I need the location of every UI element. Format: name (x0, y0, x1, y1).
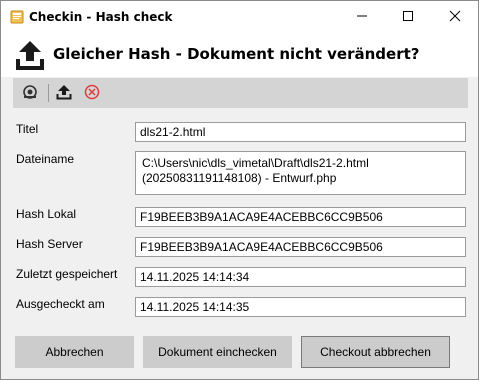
abbrechen-label: Abbrechen (45, 345, 104, 359)
toolbar (13, 78, 468, 108)
hash-lokal-value: F19BEEB3B9A1ACA9E4ACEBBC6CC9B506 (140, 210, 383, 224)
titel-field[interactable]: dls21-2.html (135, 122, 466, 142)
zuletzt-gespeichert-label: Zuletzt gespeichert (16, 267, 118, 281)
app-icon (10, 10, 24, 24)
checkin-dialog: Checkin - Hash check Gleicher Hash - Dok… (0, 0, 479, 380)
minimize-button[interactable] (339, 1, 385, 33)
dateiname-field[interactable]: C:\Users\nic\dls_vimetal\Draft\dls21-2.h… (135, 151, 466, 195)
toolbar-divider (48, 84, 49, 102)
hash-server-field[interactable]: F19BEEB3B9A1ACA9E4ACEBBC6CC9B506 (135, 237, 466, 257)
hash-lokal-field[interactable]: F19BEEB3B9A1ACA9E4ACEBBC6CC9B506 (135, 207, 466, 227)
cancel-checkout-tool-button[interactable] (81, 82, 103, 104)
zuletzt-gespeichert-value: 14.11.2025 14:14:34 (140, 270, 250, 284)
dateiname-line-2: (20250831191148108) - Entwurf.php (142, 171, 337, 185)
title-bar[interactable]: Checkin - Hash check (1, 1, 478, 33)
hash-lokal-label: Hash Lokal (16, 207, 77, 221)
dokument-einchecken-label: Dokument einchecken (158, 345, 277, 359)
abbrechen-button[interactable]: Abbrechen (15, 336, 134, 368)
maximize-button[interactable] (385, 1, 431, 33)
upload-icon (15, 39, 45, 71)
titel-label: Titel (16, 122, 39, 136)
titel-value: dls21-2.html (140, 125, 206, 139)
hash-server-value: F19BEEB3B9A1ACA9E4ACEBBC6CC9B506 (140, 240, 383, 254)
reset-button[interactable] (19, 82, 41, 104)
cancel-icon (84, 84, 100, 103)
close-icon (449, 10, 461, 25)
checkin-button[interactable] (53, 82, 75, 104)
dialog-title: Gleicher Hash - Dokument nicht verändert… (53, 45, 420, 63)
dateiname-label: Dateiname (16, 152, 75, 166)
dokument-einchecken-button[interactable]: Dokument einchecken (143, 336, 292, 368)
hash-server-label: Hash Server (16, 237, 83, 251)
close-button[interactable] (432, 1, 478, 33)
zuletzt-gespeichert-field[interactable]: 14.11.2025 14:14:34 (135, 267, 466, 287)
ausgecheckt-am-value: 14.11.2025 14:14:35 (140, 300, 250, 314)
reset-icon (22, 84, 38, 103)
dialog-header: Gleicher Hash - Dokument nicht verändert… (1, 33, 478, 77)
minimize-icon (356, 10, 368, 25)
ausgecheckt-am-field[interactable]: 14.11.2025 14:14:35 (135, 297, 466, 317)
maximize-icon (402, 10, 414, 25)
checkout-abbrechen-button[interactable]: Checkout abbrechen (301, 336, 450, 368)
ausgecheckt-am-label: Ausgecheckt am (16, 297, 105, 311)
dateiname-line-1: C:\Users\nic\dls_vimetal\Draft\dls21-2.h… (142, 156, 369, 170)
checkin-icon (56, 84, 72, 103)
window-title: Checkin - Hash check (29, 10, 173, 24)
checkout-abbrechen-label: Checkout abbrechen (320, 345, 431, 359)
